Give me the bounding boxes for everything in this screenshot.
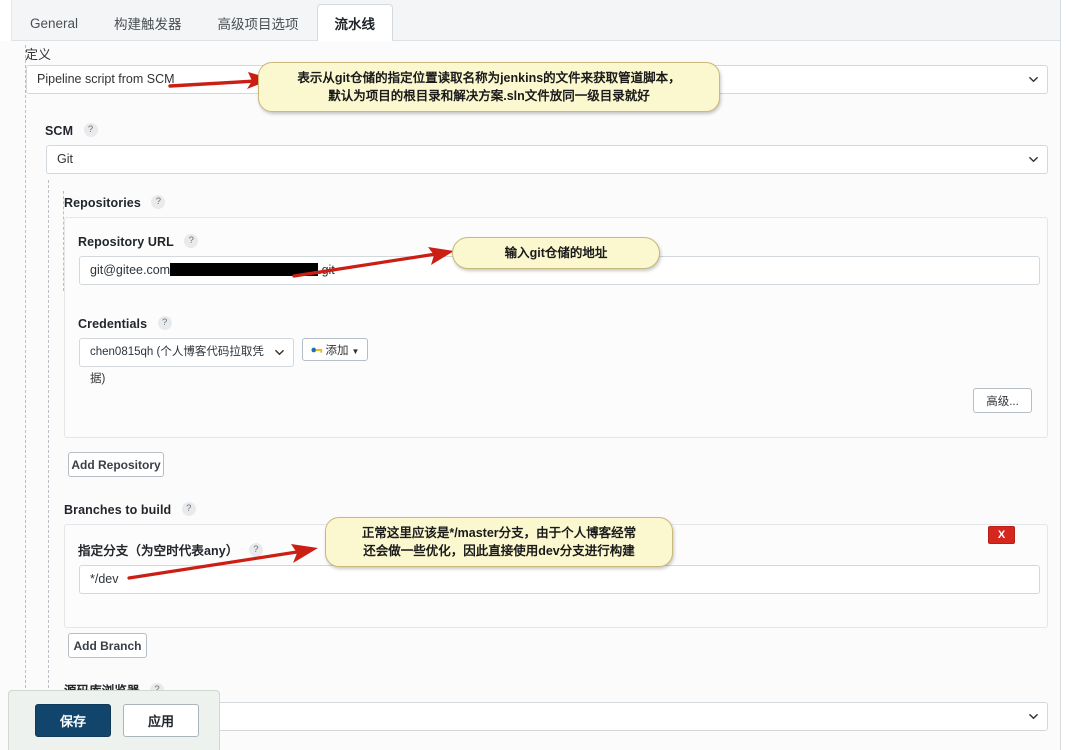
callout-branch-line1: 正常这里应该是*/master分支，由于个人博客经常	[361, 526, 637, 540]
repository-url-help-icon[interactable]: ?	[184, 233, 199, 248]
add-credential-button[interactable]: 添加 ▼	[302, 338, 368, 361]
add-credential-label: 添加	[325, 344, 349, 357]
branch-specifier-help-icon[interactable]: ?	[248, 542, 263, 557]
indent-guide-level-1	[25, 45, 26, 748]
tab-general[interactable]: General	[12, 4, 96, 41]
branch-specifier-label-row: 指定分支（为空时代表any） ?	[78, 540, 263, 560]
add-repository-button[interactable]: Add Repository	[68, 452, 164, 477]
add-branch-label: Add Branch	[73, 638, 142, 653]
page-frame: General 构建触发器 高级项目选项 流水线 定义 Pipeline scr…	[0, 0, 1061, 750]
callout-definition-line1: 表示从git仓储的指定位置读取名称为jenkins的文件来获取管道脚本，	[297, 71, 681, 85]
scm-label: SCM	[45, 124, 74, 138]
scm-label-row: SCM ?	[45, 122, 98, 140]
right-gutter	[1062, 0, 1080, 750]
tab-advanced-project-options-label: 高级项目选项	[217, 17, 299, 32]
tabbar-left-edge	[0, 0, 12, 41]
apply-button[interactable]: 应用	[123, 704, 199, 737]
branch-specifier-label: 指定分支（为空时代表any）	[78, 544, 239, 558]
tab-advanced-project-options[interactable]: 高级项目选项	[200, 4, 317, 41]
repository-url-redaction	[170, 263, 319, 277]
credentials-label-row: Credentials ?	[78, 315, 172, 333]
callout-branch: 正常这里应该是*/master分支，由于个人博客经常 还会做一些优化，因此直接使…	[325, 517, 673, 568]
repository-url-label-row: Repository URL ?	[78, 233, 199, 251]
scm-select[interactable]: Git	[46, 145, 1048, 174]
repository-advanced-button[interactable]: 高级...	[973, 388, 1032, 413]
repositories-help-icon[interactable]: ?	[151, 194, 166, 209]
repositories-label-row: Repositories ?	[64, 194, 166, 212]
branch-delete-label: X	[997, 529, 1006, 541]
floating-save-bar: 保存 应用	[8, 690, 220, 750]
callout-url: 输入git仓储的地址	[452, 237, 660, 270]
add-credential-caret-icon: ▼	[351, 346, 360, 356]
indent-guide-level-2	[48, 180, 49, 748]
repository-advanced-label: 高级...	[986, 395, 1019, 408]
branches-help-icon[interactable]: ?	[181, 501, 196, 516]
apply-button-label: 应用	[147, 714, 174, 729]
branches-label-row: Branches to build ?	[64, 501, 196, 519]
pipeline-config-content: 定义 Pipeline script from SCM SCM ? Git Re…	[0, 41, 1060, 750]
repositories-label: Repositories	[64, 196, 141, 210]
definition-select-value: Pipeline script from SCM	[37, 72, 175, 86]
tab-general-label: General	[30, 15, 79, 31]
scm-help-icon[interactable]: ?	[83, 122, 98, 137]
tab-build-triggers[interactable]: 构建触发器	[96, 4, 200, 41]
key-icon	[310, 345, 323, 354]
callout-definition-line2: 默认为项目的根目录和解决方案.sln文件放同一级目录就好	[328, 89, 650, 104]
credentials-help-icon[interactable]: ?	[157, 315, 172, 330]
scm-select-value: Git	[57, 152, 73, 166]
branches-label: Branches to build	[64, 503, 172, 517]
definition-label: 定义	[25, 47, 52, 62]
add-branch-button[interactable]: Add Branch	[68, 633, 147, 658]
repository-url-suffix: .git	[318, 263, 335, 277]
branch-delete-button[interactable]: X	[988, 526, 1015, 544]
jenkins-pipeline-config-page: General 构建触发器 高级项目选项 流水线 定义 Pipeline scr…	[0, 0, 1080, 750]
branch-specifier-input[interactable]: */dev	[79, 565, 1040, 594]
config-tab-bar: General 构建触发器 高级项目选项 流水线	[0, 0, 1060, 42]
repository-url-label: Repository URL	[78, 235, 174, 249]
tab-pipeline[interactable]: 流水线	[316, 4, 394, 42]
tab-list: General 构建触发器 高级项目选项 流水线	[12, 0, 394, 42]
branch-specifier-value: */dev	[90, 572, 119, 586]
chevron-down-icon	[1029, 75, 1038, 84]
chevron-down-icon	[275, 348, 284, 357]
chevron-down-icon	[1029, 155, 1038, 164]
save-button-label: 保存	[59, 714, 86, 729]
credentials-select[interactable]: chen0815qh (个人博客代码拉取凭据)	[79, 338, 294, 385]
callout-branch-line2: 还会做一些优化，因此直接使用dev分支进行构建	[363, 544, 635, 559]
repository-url-prefix: git@gitee.com	[90, 263, 171, 277]
tab-build-triggers-label: 构建触发器	[114, 17, 182, 32]
callout-definition: 表示从git仓储的指定位置读取名称为jenkins的文件来获取管道脚本， 默认为…	[258, 62, 720, 113]
credentials-label: Credentials	[78, 317, 148, 331]
save-button[interactable]: 保存	[35, 704, 111, 737]
callout-url-line1: 输入git仓储的地址	[504, 246, 608, 260]
add-repository-label: Add Repository	[71, 457, 161, 472]
chevron-down-icon	[1029, 712, 1038, 721]
tab-pipeline-label: 流水线	[334, 17, 376, 32]
